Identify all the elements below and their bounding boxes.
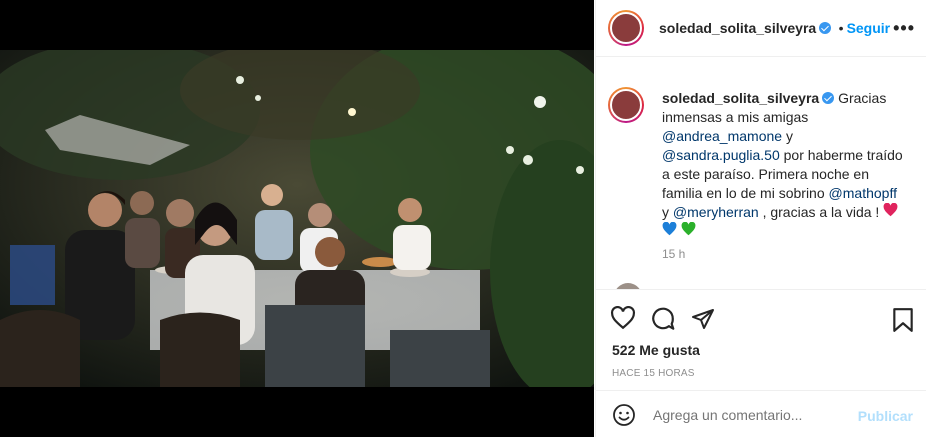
share-paper-plane-icon[interactable]: [691, 307, 715, 336]
post-photo[interactable]: [0, 50, 594, 387]
author-avatar[interactable]: [608, 10, 644, 46]
comments-list[interactable]: soledad_solita_silveyra Gracias inmensas…: [596, 57, 926, 289]
post-header: soledad_solita_silveyra • Seguir •••: [596, 0, 926, 57]
caption-username[interactable]: soledad_solita_silveyra: [662, 90, 819, 106]
save-bookmark-icon[interactable]: [892, 307, 914, 338]
verified-badge-icon: [819, 22, 832, 34]
emoji-smiley-icon[interactable]: [612, 403, 636, 432]
red-heart-icon: [883, 202, 898, 220]
more-options-icon[interactable]: •••: [893, 18, 915, 39]
caption-avatar[interactable]: [608, 87, 644, 123]
caption-mention-link[interactable]: @mathopff: [829, 185, 897, 201]
caption-mention-link[interactable]: @sandra.puglia.50: [662, 147, 780, 163]
green-heart-icon: [681, 221, 696, 239]
blue-heart-icon: [662, 221, 677, 239]
comment-bubble-icon[interactable]: [650, 306, 676, 337]
post-caption: soledad_solita_silveyra Gracias inmensas…: [662, 89, 907, 241]
header-user-line: soledad_solita_silveyra • Seguir: [659, 20, 890, 38]
caption-time[interactable]: 15 h: [662, 247, 685, 261]
caption-text: y: [662, 204, 673, 220]
header-username[interactable]: soledad_solita_silveyra: [659, 20, 816, 36]
post-timestamp[interactable]: HACE 15 HORAS: [612, 368, 695, 379]
follow-button[interactable]: Seguir: [847, 20, 891, 36]
dinner-photo-illustration: [0, 50, 594, 387]
add-comment-bar: Publicar: [596, 390, 926, 438]
publish-button[interactable]: Publicar: [858, 408, 913, 424]
verified-badge-icon: [822, 92, 835, 104]
caption-text: , gracias a la vida !: [758, 204, 884, 220]
header-separator: •: [838, 20, 844, 36]
post-actions: 522 Me gusta HACE 15 HORAS: [596, 289, 926, 390]
likes-count[interactable]: 522 Me gusta: [612, 342, 700, 358]
caption-text: y: [782, 128, 793, 144]
caption-body: Gracias inmensas a mis amigas @andrea_ma…: [662, 90, 903, 220]
caption-mention-link[interactable]: @andrea_mamone: [662, 128, 782, 144]
comment-input[interactable]: [651, 406, 855, 424]
like-heart-icon[interactable]: [610, 305, 636, 335]
caption-mention-link[interactable]: @meryherran: [673, 204, 759, 220]
post-side-panel: soledad_solita_silveyra • Seguir ••• sole…: [595, 0, 926, 437]
post-media-panel: [0, 0, 594, 437]
